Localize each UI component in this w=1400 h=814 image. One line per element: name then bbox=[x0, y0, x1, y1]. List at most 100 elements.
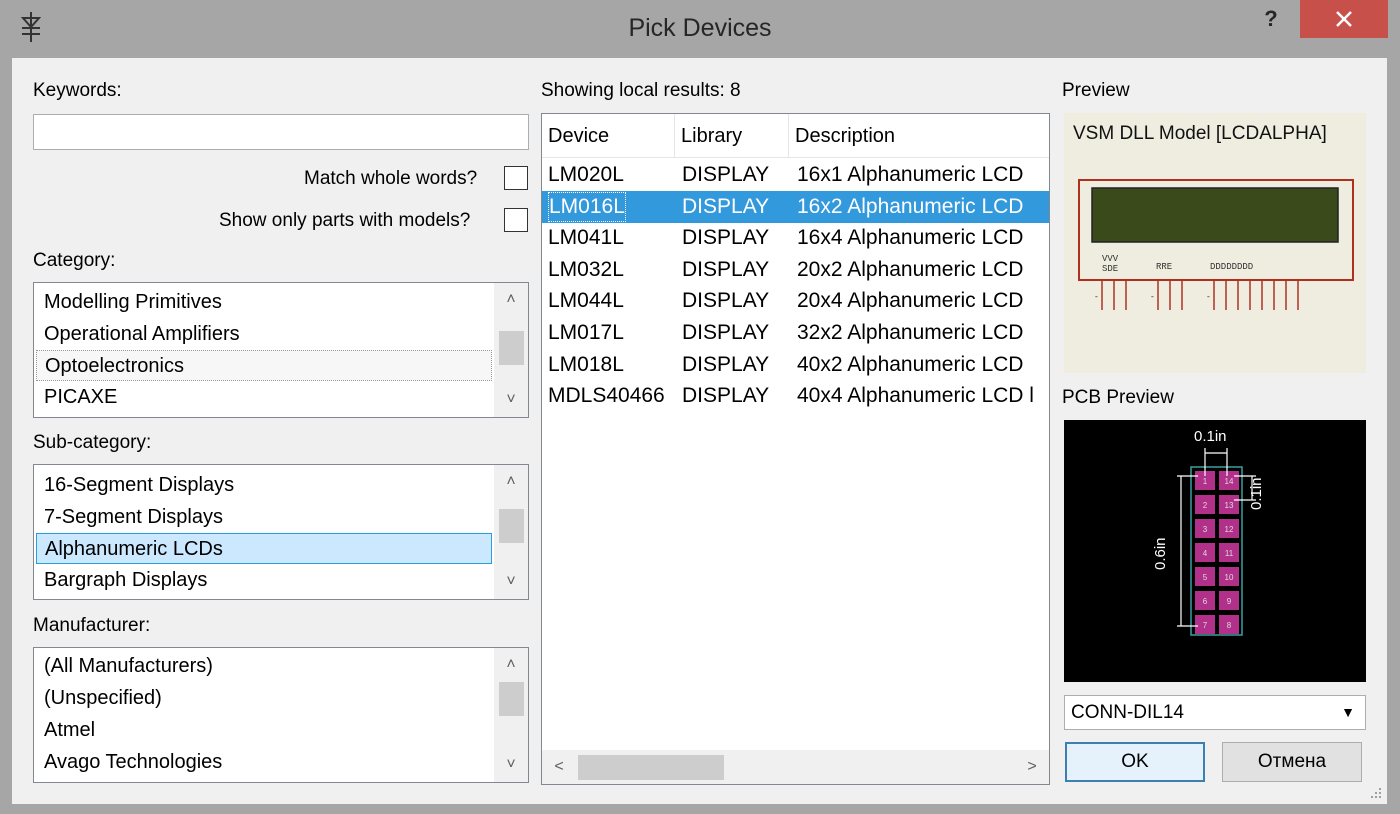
result-device: LM041L bbox=[548, 226, 624, 250]
results-summary: Showing local results: 8 bbox=[541, 80, 741, 101]
pcb-dim-length: 0.6in bbox=[1152, 537, 1169, 570]
dialog-client-area: Keywords: Match whole words? Show only p… bbox=[12, 58, 1387, 804]
pcb-pad-number: 11 bbox=[1225, 549, 1234, 558]
scroll-left-icon[interactable]: ˂ bbox=[544, 750, 574, 784]
ok-button[interactable]: OK bbox=[1065, 742, 1205, 782]
manufacturer-item[interactable]: Atmel bbox=[36, 715, 492, 746]
pcb-pad-number: 5 bbox=[1203, 573, 1208, 582]
scroll-thumb[interactable] bbox=[499, 331, 524, 365]
svg-text:DDDDDDDD: DDDDDDDD bbox=[1210, 262, 1253, 272]
result-device: LM018L bbox=[548, 352, 624, 376]
preview-label: Preview bbox=[1062, 80, 1130, 101]
result-library: DISPLAY bbox=[682, 226, 770, 250]
result-row[interactable]: LM032L DISPLAY 20x2 Alphanumeric LCD bbox=[542, 254, 1049, 286]
keywords-label: Keywords: bbox=[33, 80, 122, 101]
title-bar[interactable]: Pick Devices ? bbox=[0, 0, 1400, 56]
pcb-pad-number: 3 bbox=[1203, 525, 1208, 534]
result-description: 16x2 Alphanumeric LCD bbox=[797, 194, 1024, 218]
pcb-pad-number: 10 bbox=[1225, 573, 1234, 582]
scroll-up-icon[interactable]: ˄ bbox=[494, 467, 528, 497]
result-description: 32x2 Alphanumeric LCD bbox=[797, 321, 1024, 344]
manufacturer-item[interactable]: (Unspecified) bbox=[36, 683, 492, 714]
manufacturer-scrollbar[interactable]: ˄ ˅ bbox=[494, 648, 528, 782]
subcategory-scrollbar[interactable]: ˄ ˅ bbox=[494, 465, 528, 599]
category-list[interactable]: Modelling Primitives Operational Amplifi… bbox=[33, 282, 529, 418]
resize-grip-icon[interactable] bbox=[1369, 786, 1383, 800]
manufacturer-list[interactable]: (All Manufacturers) (Unspecified) Atmel … bbox=[33, 647, 529, 783]
svg-text:SDE: SDE bbox=[1102, 264, 1118, 274]
scroll-down-icon[interactable]: ˅ bbox=[494, 385, 528, 415]
dropdown-arrow-icon: ▼ bbox=[1341, 704, 1355, 720]
category-item[interactable]: Modelling Primitives bbox=[36, 287, 492, 318]
result-row[interactable]: LM044L DISPLAY 20x4 Alphanumeric LCD bbox=[542, 285, 1049, 317]
scroll-right-icon[interactable]: ˃ bbox=[1017, 750, 1047, 784]
pcb-pad-number: 12 bbox=[1225, 525, 1234, 534]
manufacturer-item[interactable]: Avago Technologies bbox=[36, 747, 492, 778]
result-library: DISPLAY bbox=[682, 289, 770, 313]
show-only-models-label: Show only parts with models? bbox=[219, 210, 471, 231]
result-row[interactable]: LM018L DISPLAY 40x2 Alphanumeric LCD bbox=[542, 349, 1049, 381]
cancel-button[interactable]: Отмена bbox=[1222, 742, 1362, 782]
lcd-component-drawing: VVVSDE RRE DDDDDDDD - - - bbox=[1078, 179, 1354, 310]
show-only-models-checkbox[interactable] bbox=[504, 208, 528, 232]
subcategory-item[interactable]: Bargraph Displays bbox=[36, 565, 492, 596]
category-scrollbar[interactable]: ˄ ˅ bbox=[494, 283, 528, 417]
scroll-thumb[interactable] bbox=[499, 509, 524, 543]
pcb-pad-number: 4 bbox=[1203, 549, 1208, 558]
footprint-select[interactable]: CONN-DIL14 ▼ bbox=[1064, 695, 1366, 730]
result-description: 40x4 Alphanumeric LCD l bbox=[797, 384, 1034, 408]
scroll-down-icon[interactable]: ˅ bbox=[494, 567, 528, 597]
svg-text:-: - bbox=[1150, 293, 1155, 302]
results-grid[interactable]: Device Library Description LM020L DISPLAY… bbox=[541, 113, 1050, 785]
result-row[interactable]: LM017L DISPLAY 32x2 Alphanumeric LCD bbox=[542, 317, 1049, 349]
result-row[interactable]: LM041L DISPLAY 16x4 Alphanumeric LCD bbox=[542, 222, 1049, 254]
match-whole-words-label: Match whole words? bbox=[304, 168, 478, 189]
result-device: LM044L bbox=[548, 289, 624, 313]
subcategory-item-selected[interactable]: Alphanumeric LCDs bbox=[36, 533, 492, 564]
result-library: DISPLAY bbox=[682, 194, 770, 218]
pcb-pad-number: 1 bbox=[1203, 477, 1208, 486]
results-hscrollbar[interactable]: ˂ ˃ bbox=[542, 750, 1049, 784]
svg-text:-: - bbox=[1206, 293, 1211, 302]
close-button[interactable] bbox=[1300, 0, 1388, 38]
scroll-up-icon[interactable]: ˄ bbox=[494, 285, 528, 315]
result-row[interactable]: LM020L DISPLAY 16x1 Alphanumeric LCD bbox=[542, 159, 1049, 191]
result-description: 20x2 Alphanumeric LCD bbox=[797, 257, 1024, 281]
column-header-library[interactable]: Library bbox=[675, 114, 789, 158]
pcb-pad-number: 14 bbox=[1225, 477, 1234, 486]
window-title: Pick Devices bbox=[628, 14, 772, 42]
category-item[interactable]: PICAXE bbox=[36, 382, 492, 413]
scroll-up-icon[interactable]: ˄ bbox=[494, 650, 528, 680]
result-description: 40x2 Alphanumeric LCD bbox=[797, 352, 1024, 376]
subcategory-label: Sub-category: bbox=[33, 432, 152, 453]
category-item[interactable]: Operational Amplifiers bbox=[36, 319, 492, 350]
help-button[interactable]: ? bbox=[1256, 6, 1286, 34]
match-whole-words-checkbox[interactable] bbox=[504, 166, 528, 190]
category-item-selected[interactable]: Optoelectronics bbox=[36, 350, 492, 381]
result-row[interactable]: MDLS40466 DISPLAY 40x4 Alphanumeric LCD l bbox=[542, 380, 1049, 412]
subcategory-item[interactable]: 7-Segment Displays bbox=[36, 502, 492, 533]
scroll-thumb[interactable] bbox=[578, 755, 724, 780]
subcategory-list[interactable]: 16-Segment Displays 7-Segment Displays A… bbox=[33, 464, 529, 600]
scroll-down-icon[interactable]: ˅ bbox=[494, 750, 528, 780]
schematic-preview: VSM DLL Model [LCDALPHA] VVV SDE RRE DDDD… bbox=[1064, 113, 1366, 373]
category-label: Category: bbox=[33, 250, 116, 271]
result-device: LM020L bbox=[548, 163, 624, 186]
column-header-device[interactable]: Device bbox=[542, 114, 675, 158]
footprint-select-value: CONN-DIL14 bbox=[1071, 702, 1184, 723]
svg-text:RRE: RRE bbox=[1156, 262, 1172, 272]
keywords-input[interactable] bbox=[33, 114, 529, 150]
scroll-thumb[interactable] bbox=[499, 682, 524, 716]
result-row[interactable]: LM016L DISPLAY 16x2 Alphanumeric LCD bbox=[542, 190, 1049, 223]
result-description: 20x4 Alphanumeric LCD bbox=[797, 289, 1024, 313]
pcb-pad-number: 13 bbox=[1225, 501, 1234, 510]
column-header-description[interactable]: Description bbox=[789, 114, 1049, 158]
close-icon bbox=[1336, 11, 1352, 27]
result-device: LM032L bbox=[548, 257, 624, 281]
result-library: DISPLAY bbox=[682, 352, 770, 376]
manufacturer-item[interactable]: (All Manufacturers) bbox=[36, 651, 492, 682]
subcategory-item[interactable]: 16-Segment Displays bbox=[36, 470, 492, 501]
pcb-pad-number: 8 bbox=[1227, 621, 1232, 630]
pcb-preview: 1 14 2 13 3 12 4 11 5 10 6 9 7 8 0.1in 0.1in 0.6in bbox=[1064, 420, 1366, 682]
result-description: 16x1 Alphanumeric LCD bbox=[797, 163, 1024, 186]
